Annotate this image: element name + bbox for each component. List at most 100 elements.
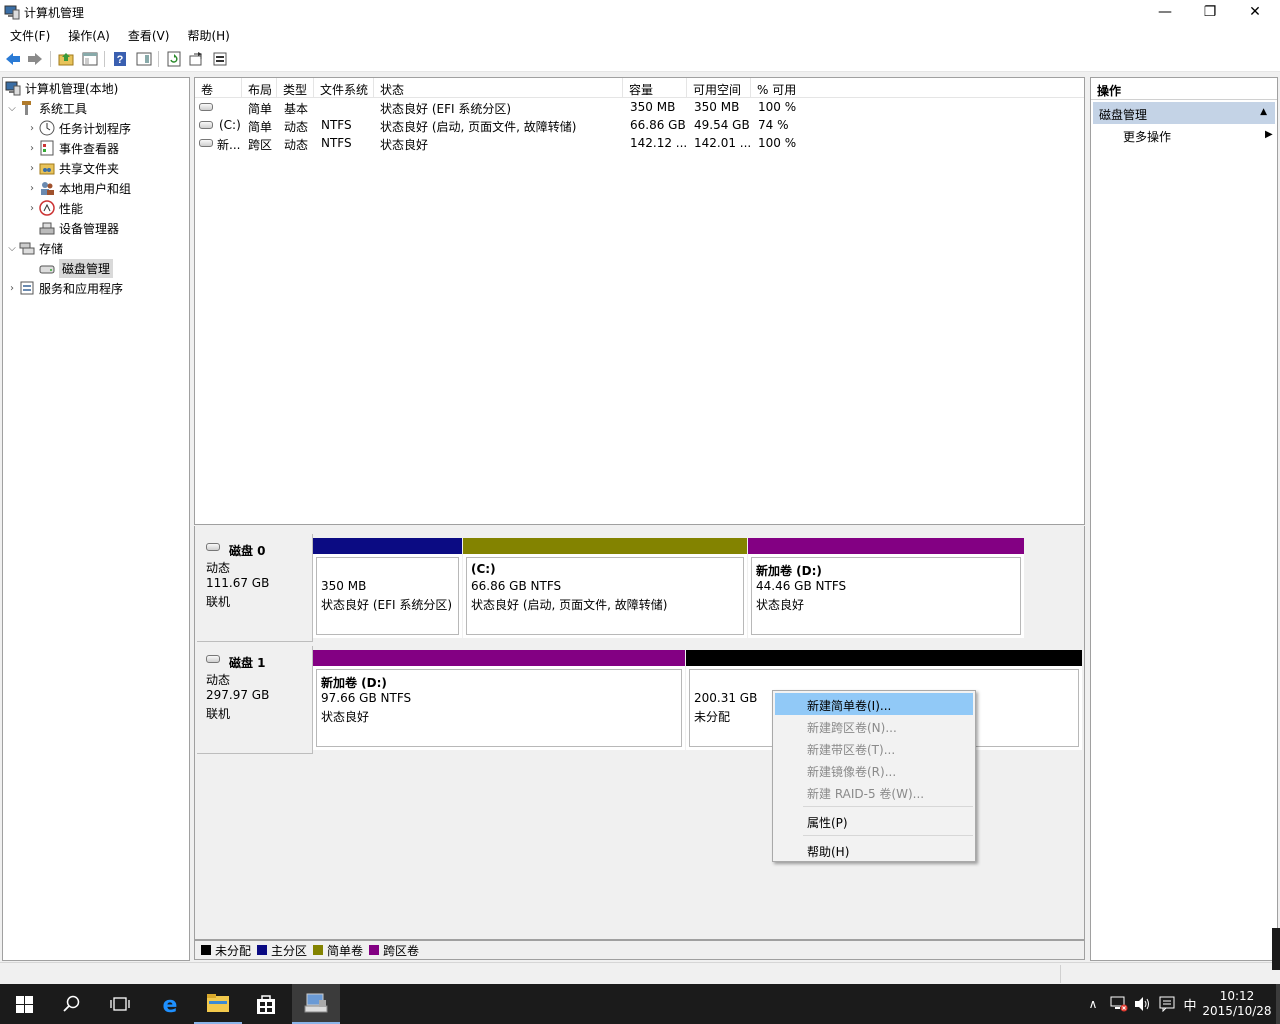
actions-section-disk-management[interactable]: 磁盘管理 ▲ — [1093, 102, 1275, 124]
partition-status: 未分配 — [694, 708, 731, 725]
clock[interactable]: 10:12 2015/10/28 — [1200, 984, 1274, 1024]
tree-item-device-manager[interactable]: 设备管理器 — [39, 218, 119, 238]
cell-type: 基本 — [284, 102, 309, 116]
column-header-filesystem[interactable]: 文件系统 — [314, 78, 374, 98]
task-view-icon — [110, 997, 130, 1011]
task-view-button[interactable] — [96, 984, 144, 1024]
drive-icon — [199, 139, 213, 147]
partition-body: 新加卷 (D:) 44.46 GB NTFS 状态良好 — [751, 557, 1021, 635]
tree-item-system-tools[interactable]: ⌵ 系统工具 — [5, 98, 87, 118]
disk-1-label[interactable]: 磁盘 1 动态 297.97 GB 联机 — [197, 646, 313, 754]
menu-item-new-mirrored-volume[interactable]: 新建镜像卷(R)... — [775, 759, 973, 781]
column-header-free-space[interactable]: 可用空间 — [687, 78, 751, 98]
tree-item-root[interactable]: 计算机管理(本地) — [5, 78, 118, 98]
menu-help[interactable]: 帮助(H) — [177, 24, 237, 46]
tree-item-task-scheduler[interactable]: › 任务计划程序 — [25, 118, 131, 138]
help-button[interactable]: ? — [110, 49, 130, 69]
more-actions-item[interactable]: 更多操作 ▶ — [1123, 128, 1273, 145]
show-desktop-button[interactable] — [1276, 984, 1280, 1024]
up-folder-icon — [58, 53, 74, 66]
partition-disk0-efi[interactable]: 350 MB 状态良好 (EFI 系统分区) — [313, 538, 462, 638]
menu-item-new-raid5-volume[interactable]: 新建 RAID-5 卷(W)... — [775, 781, 973, 803]
menu-item-new-spanned-volume[interactable]: 新建跨区卷(N)... — [775, 715, 973, 737]
menu-action[interactable]: 操作(A) — [58, 24, 118, 46]
chevron-right-icon[interactable]: › — [5, 283, 19, 294]
tree-item-storage[interactable]: ⌵ 存储 — [5, 238, 63, 258]
volume-tray-button[interactable] — [1132, 984, 1154, 1024]
menu-file[interactable]: 文件(F) — [0, 24, 58, 46]
column-header-capacity[interactable]: 容量 — [623, 78, 687, 98]
menu-item-new-simple-volume[interactable]: 新建简单卷(I)... — [775, 693, 973, 715]
chevron-right-icon[interactable]: › — [25, 203, 39, 214]
actions-pane: 操作 磁盘管理 ▲ 更多操作 ▶ — [1090, 77, 1278, 961]
menu-item-help[interactable]: 帮助(H) — [775, 839, 973, 861]
partition-color-bar — [748, 538, 1024, 554]
tree-item-performance[interactable]: › 性能 — [25, 198, 83, 218]
properties-pane-button[interactable] — [134, 49, 154, 69]
taskbar-file-explorer-button[interactable] — [194, 984, 242, 1024]
table-row[interactable]: (C:) 简单 动态 NTFS 状态良好 (启动, 页面文件, 故障转储) 66… — [195, 117, 1084, 135]
chevron-right-icon[interactable]: › — [25, 143, 39, 154]
column-header-layout[interactable]: 布局 — [242, 78, 277, 98]
chevron-down-icon[interactable]: ⌵ — [5, 243, 19, 254]
close-icon: ✕ — [1249, 4, 1261, 20]
column-header-percent-free[interactable]: % 可用 — [751, 78, 1084, 98]
column-header-status[interactable]: 状态 — [374, 78, 623, 98]
minimize-button[interactable]: — — [1142, 0, 1188, 24]
chevron-down-icon[interactable]: ⌵ — [5, 103, 19, 114]
tree-item-local-users[interactable]: › 本地用户和组 — [25, 178, 131, 198]
search-button[interactable] — [48, 984, 96, 1024]
network-tray-button[interactable] — [1108, 984, 1130, 1024]
back-button[interactable] — [3, 49, 23, 69]
table-row[interactable]: 新... 跨区 动态 NTFS 状态良好 142.12 ... 142.01 .… — [195, 135, 1084, 153]
export-button[interactable] — [186, 49, 206, 69]
disk-icon — [206, 543, 220, 551]
back-icon — [6, 53, 20, 65]
tree-item-label: 事件查看器 — [59, 141, 120, 156]
storage-icon — [19, 242, 35, 255]
status-bar — [0, 962, 1280, 984]
menu-item-properties[interactable]: 属性(P) — [775, 810, 973, 832]
taskbar: e ∧ 中 10:12 2015/10/28 — [0, 984, 1280, 1024]
table-row[interactable]: 简单 基本 状态良好 (EFI 系统分区) 350 MB 350 MB 100 … — [195, 99, 1084, 117]
action-center-button[interactable] — [1156, 984, 1178, 1024]
tree-item-event-viewer[interactable]: › 事件查看器 — [25, 138, 119, 158]
tray-expand-icon[interactable]: ∧ — [1084, 984, 1102, 1024]
disk-0-label[interactable]: 磁盘 0 动态 111.67 GB 联机 — [197, 534, 313, 642]
tree-item-shared-folders[interactable]: › 共享文件夹 — [25, 158, 119, 178]
legend-swatch-unallocated — [201, 945, 211, 955]
chevron-right-icon[interactable]: › — [25, 183, 39, 194]
shared-folder-icon — [39, 163, 55, 175]
partition-disk0-d[interactable]: 新加卷 (D:) 44.46 GB NTFS 状态良好 — [748, 538, 1024, 638]
column-header-type[interactable]: 类型 — [277, 78, 314, 98]
clock-time: 10:12 — [1219, 989, 1255, 1003]
up-folder-button[interactable] — [56, 49, 76, 69]
partition-disk1-d[interactable]: 新加卷 (D:) 97.66 GB NTFS 状态良好 — [313, 650, 685, 750]
disk-type: 动态 — [206, 673, 231, 687]
show-hide-tree-button[interactable] — [80, 49, 100, 69]
column-header-volume[interactable]: 卷 — [195, 78, 242, 98]
start-button[interactable] — [0, 984, 48, 1024]
menu-item-new-striped-volume[interactable]: 新建带区卷(T)... — [775, 737, 973, 759]
taskbar-store-button[interactable] — [242, 984, 290, 1024]
menu-view[interactable]: 查看(V) — [118, 24, 178, 46]
partition-body: 新加卷 (D:) 97.66 GB NTFS 状态良好 — [316, 669, 682, 747]
refresh-button[interactable] — [164, 49, 184, 69]
partition-disk0-c[interactable]: (C:) 66.86 GB NTFS 状态良好 (启动, 页面文件, 故障转储) — [463, 538, 747, 638]
chevron-right-icon[interactable]: › — [25, 123, 39, 134]
cell-free-space: 142.01 ... — [694, 136, 752, 150]
disk-properties-button[interactable] — [210, 49, 230, 69]
event-viewer-icon — [40, 140, 54, 156]
chevron-right-icon[interactable]: › — [25, 163, 39, 174]
cell-type: 动态 — [284, 138, 309, 152]
restore-button[interactable]: ❐ — [1187, 0, 1233, 24]
forward-button[interactable] — [25, 49, 45, 69]
taskbar-computer-management-button[interactable] — [292, 984, 340, 1024]
partition-color-bar — [313, 650, 685, 666]
collapse-up-icon[interactable]: ▲ — [1260, 107, 1267, 117]
tree-item-services-apps[interactable]: › 服务和应用程序 — [5, 278, 123, 298]
tree-item-disk-management[interactable]: 磁盘管理 — [39, 258, 114, 278]
ime-indicator[interactable]: 中 — [1180, 984, 1200, 1024]
close-button[interactable]: ✕ — [1232, 0, 1278, 24]
taskbar-edge-button[interactable]: e — [146, 984, 194, 1024]
